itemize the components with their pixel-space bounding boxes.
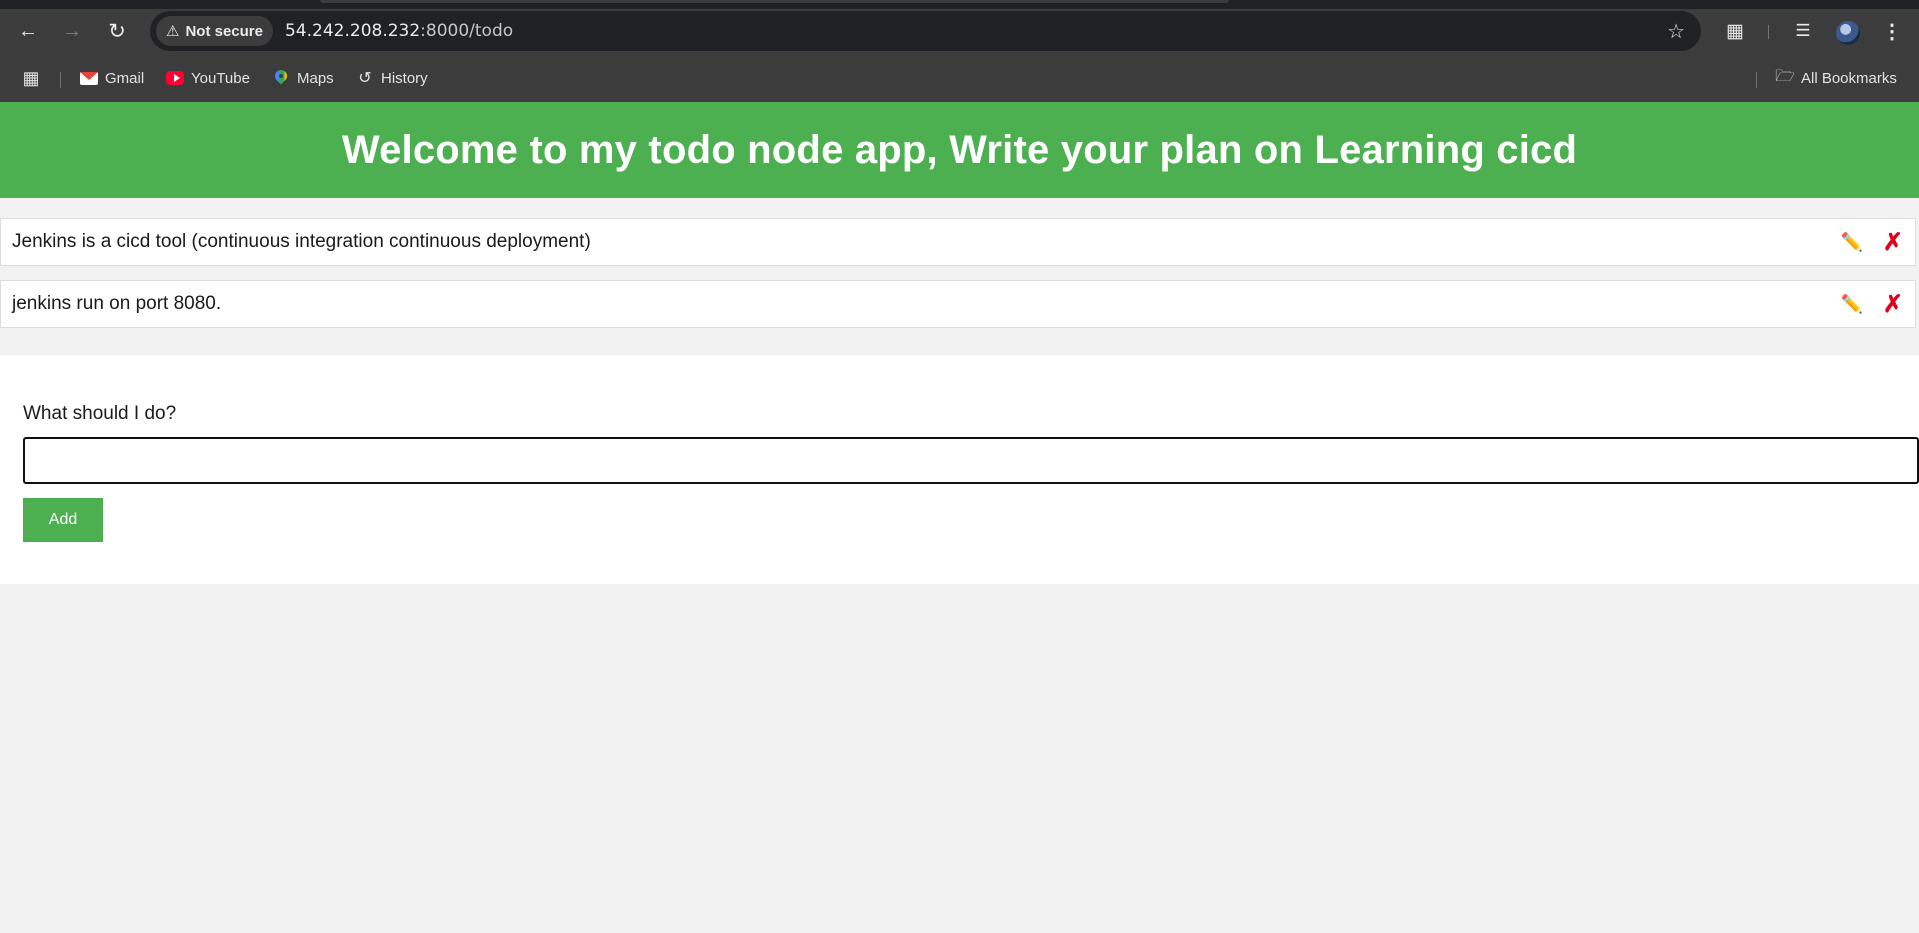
active-tab-edge [320,0,1229,3]
address-bar[interactable]: ⚠ Not secure 54.242.208.232:8000/todo ☆ [150,11,1701,51]
security-chip-label: Not secure [185,22,263,40]
page-title: Welcome to my todo node app, Write your … [341,127,1578,172]
bookmarks-bar: ▦ Gmail YouTube Maps ↺ History 🗁 All Boo… [0,53,1919,102]
add-todo-form: What should I do? Add [0,355,1919,584]
menu-kebab-icon[interactable]: ⋮ [1880,16,1904,46]
edit-pencil-icon[interactable]: ✏️ [1841,232,1863,253]
delete-x-icon[interactable]: ✗ [1883,228,1903,257]
bookmark-label: YouTube [191,69,250,87]
todo-item: Jenkins is a cicd tool (continuous integ… [0,218,1916,266]
security-chip[interactable]: ⚠ Not secure [156,16,273,46]
bookmark-label: Gmail [105,69,145,87]
media-controls-icon[interactable]: ☰ [1788,16,1818,46]
bookmark-gmail[interactable]: Gmail [80,65,144,91]
warning-icon: ⚠ [166,23,180,40]
url-host: 54.242.208.232 [284,21,421,41]
bookmark-label: History [381,69,428,87]
all-bookmarks-label: All Bookmarks [1801,69,1897,87]
extensions-icon[interactable]: ▦ [1720,16,1750,46]
todo-text: Jenkins is a cicd tool (continuous integ… [12,231,591,252]
forward-icon[interactable]: → [57,16,87,46]
bookmarks-divider [60,72,61,88]
bookmark-label: Maps [297,69,334,87]
page-content: Welcome to my todo node app, Write your … [0,102,1919,933]
new-todo-label: What should I do? [23,403,177,424]
toolbar-divider [1768,25,1769,39]
todo-item: jenkins run on port 8080. ✏️ ✗ [0,280,1916,328]
maps-icon [272,69,290,87]
all-bookmarks[interactable]: 🗁 All Bookmarks [1775,65,1897,91]
browser-chrome: ← → ↻ ⚠ Not secure 54.242.208.232:8000/t… [0,0,1919,102]
new-todo-input[interactable] [23,437,1919,484]
browser-toolbar: ← → ↻ ⚠ Not secure 54.242.208.232:8000/t… [0,9,1919,53]
history-icon: ↺ [358,70,372,87]
url-path: :8000/todo [420,21,514,41]
reload-icon[interactable]: ↻ [102,16,132,46]
tab-strip [0,0,1919,9]
add-button[interactable]: Add [23,498,103,542]
bookmark-youtube[interactable]: YouTube [166,65,250,91]
todo-text: jenkins run on port 8080. [12,293,222,314]
url-text[interactable]: 54.242.208.232:8000/todo [285,21,513,41]
folder-icon: 🗁 [1775,67,1795,85]
bookmark-history[interactable]: ↺ History [356,65,428,91]
back-icon[interactable]: ← [13,16,43,46]
youtube-icon [166,69,184,87]
bookmarks-divider-right [1756,72,1757,88]
delete-x-icon[interactable]: ✗ [1883,290,1903,319]
bookmark-maps[interactable]: Maps [272,65,334,91]
profile-avatar[interactable] [1836,21,1860,45]
bookmark-star-icon[interactable]: ☆ [1667,19,1685,44]
gmail-icon [80,69,98,87]
apps-grid-icon[interactable]: ▦ [22,65,40,91]
edit-pencil-icon[interactable]: ✏️ [1841,294,1863,315]
header-banner: Welcome to my todo node app, Write your … [0,102,1919,198]
